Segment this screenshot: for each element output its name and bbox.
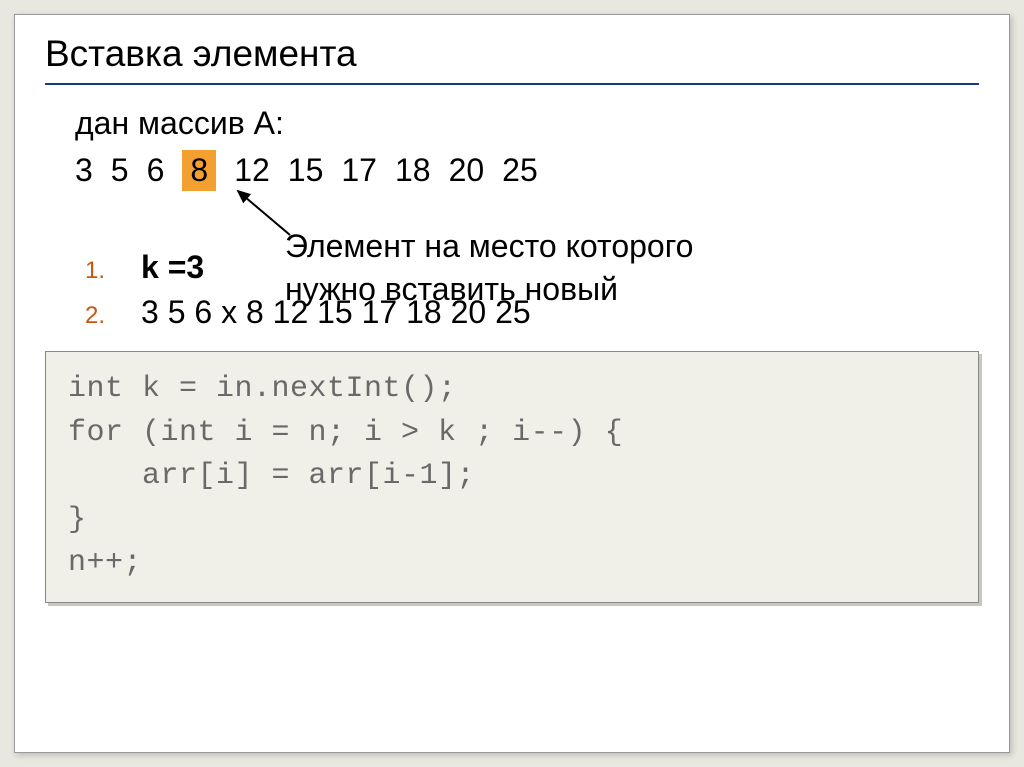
code-block: int k = in.nextInt(); for (int i = n; i … [45,351,979,603]
annotation-line2: нужно вставить новый [285,268,693,311]
array-item: 15 [288,152,324,188]
annotation: Элемент на место которого нужно вставить… [285,225,693,311]
list-content: k =3 [141,249,204,286]
list-number: 2. [85,302,141,330]
intro-text: дан массив A: [75,105,979,142]
slide-title: Вставка элемента [45,33,979,85]
array-item: 17 [341,152,377,188]
array-item: 6 [147,152,165,188]
array-item: 12 [234,152,270,188]
array-item: 20 [449,152,485,188]
array-item-highlighted: 8 [182,150,216,191]
annotation-line1: Элемент на место которого [285,225,693,268]
array-line: 3568 12 15 17 18 20 25 [75,150,979,191]
array-item: 18 [395,152,431,188]
array-item: 5 [111,152,129,188]
array-item: 3 [75,152,93,188]
slide: Вставка элемента дан массив A: 3568 12 15 1… [14,14,1010,753]
list-number: 1. [85,257,141,285]
array-item: 25 [502,152,538,188]
